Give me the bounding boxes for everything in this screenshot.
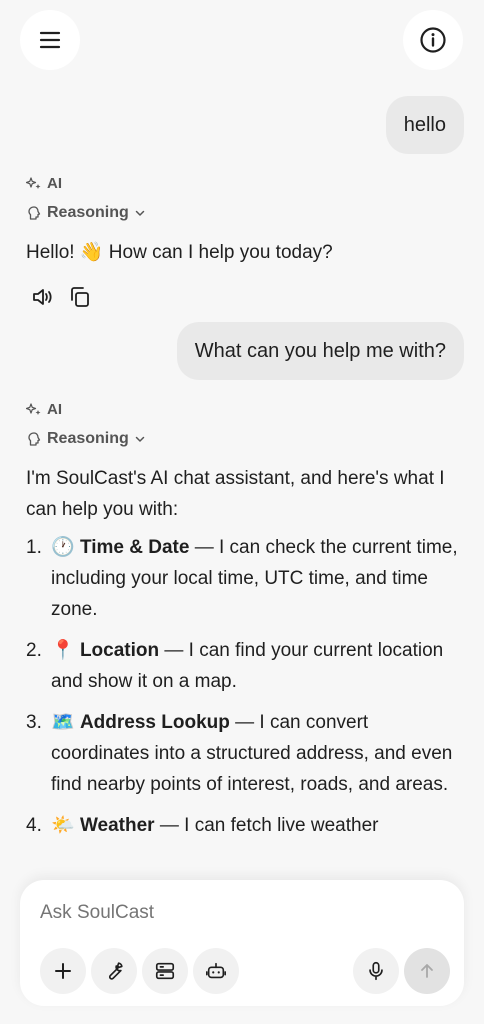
microphone-icon — [369, 961, 383, 981]
list-item: 3. 🗺️ Address Lookup — I can convert coo… — [26, 707, 464, 800]
message-input[interactable] — [40, 902, 420, 924]
server-button[interactable] — [142, 948, 188, 994]
brain-icon — [28, 432, 41, 446]
capabilities-list: 1. 🕐 Time & Date — I can check the curre… — [26, 532, 464, 851]
voice-button[interactable] — [353, 948, 399, 994]
map-emoji: 🗺️ — [51, 712, 75, 733]
reasoning-toggle[interactable]: Reasoning — [26, 430, 146, 448]
tools-button[interactable] — [91, 948, 137, 994]
ai-message-text: Hello! 👋 How can I help you today? — [26, 242, 333, 263]
list-item-title: Weather — [79, 815, 155, 836]
send-button[interactable] — [404, 948, 450, 994]
menu-icon — [39, 31, 61, 49]
ai-label: AI — [26, 401, 62, 418]
clock-emoji: 🕐 — [51, 537, 75, 558]
brain-icon — [28, 206, 41, 220]
ai-message-intro: I'm SoulCast's AI chat assistant, and he… — [26, 468, 445, 520]
pin-emoji: 📍 — [51, 640, 75, 661]
send-arrow-icon — [421, 964, 433, 978]
chevron-down-icon — [135, 436, 145, 442]
message-actions — [30, 285, 92, 309]
reasoning-label: Reasoning — [47, 430, 129, 447]
list-item-title: Address Lookup — [79, 712, 230, 733]
list-item-number: 3. — [26, 712, 42, 733]
user-message-bubble: hello — [385, 96, 464, 154]
sparkle-icon — [26, 402, 41, 415]
list-item-title: Time & Date — [79, 537, 190, 558]
bot-button[interactable] — [193, 948, 239, 994]
user-message-bubble: What can you help me with? — [176, 322, 464, 380]
info-icon — [420, 27, 446, 53]
list-item: 4. 🌤️ Weather — I can fetch live weather — [26, 810, 464, 841]
sparkle-icon — [26, 176, 41, 189]
copy-icon[interactable] — [68, 285, 92, 309]
list-item-number: 1. — [26, 537, 42, 558]
list-item-title: Location — [79, 640, 160, 661]
list-item-number: 4. — [26, 815, 42, 836]
list-item-text: — I can fetch live weather — [154, 815, 379, 836]
weather-emoji: 🌤️ — [51, 815, 75, 836]
ai-label-text: AI — [47, 401, 62, 418]
ai-label: AI — [26, 175, 62, 192]
reasoning-label: Reasoning — [47, 204, 129, 221]
menu-button[interactable] — [20, 10, 80, 70]
chevron-down-icon — [135, 210, 145, 216]
server-icon — [155, 962, 175, 980]
reasoning-toggle[interactable]: Reasoning — [26, 204, 146, 222]
user-message-text: What can you help me with? — [194, 339, 446, 362]
bot-icon — [206, 962, 226, 979]
wrench-icon — [109, 962, 123, 980]
list-item: 2. 📍 Location — I can find your current … — [26, 635, 464, 697]
info-button[interactable] — [403, 10, 463, 70]
list-item: 1. 🕐 Time & Date — I can check the curre… — [26, 532, 464, 625]
speaker-icon[interactable] — [30, 285, 54, 309]
plus-icon — [55, 963, 71, 979]
user-message-text: hello — [403, 113, 446, 136]
add-button[interactable] — [40, 948, 86, 994]
list-item-number: 2. — [26, 640, 42, 661]
composer — [20, 880, 464, 1006]
ai-label-text: AI — [47, 175, 62, 192]
